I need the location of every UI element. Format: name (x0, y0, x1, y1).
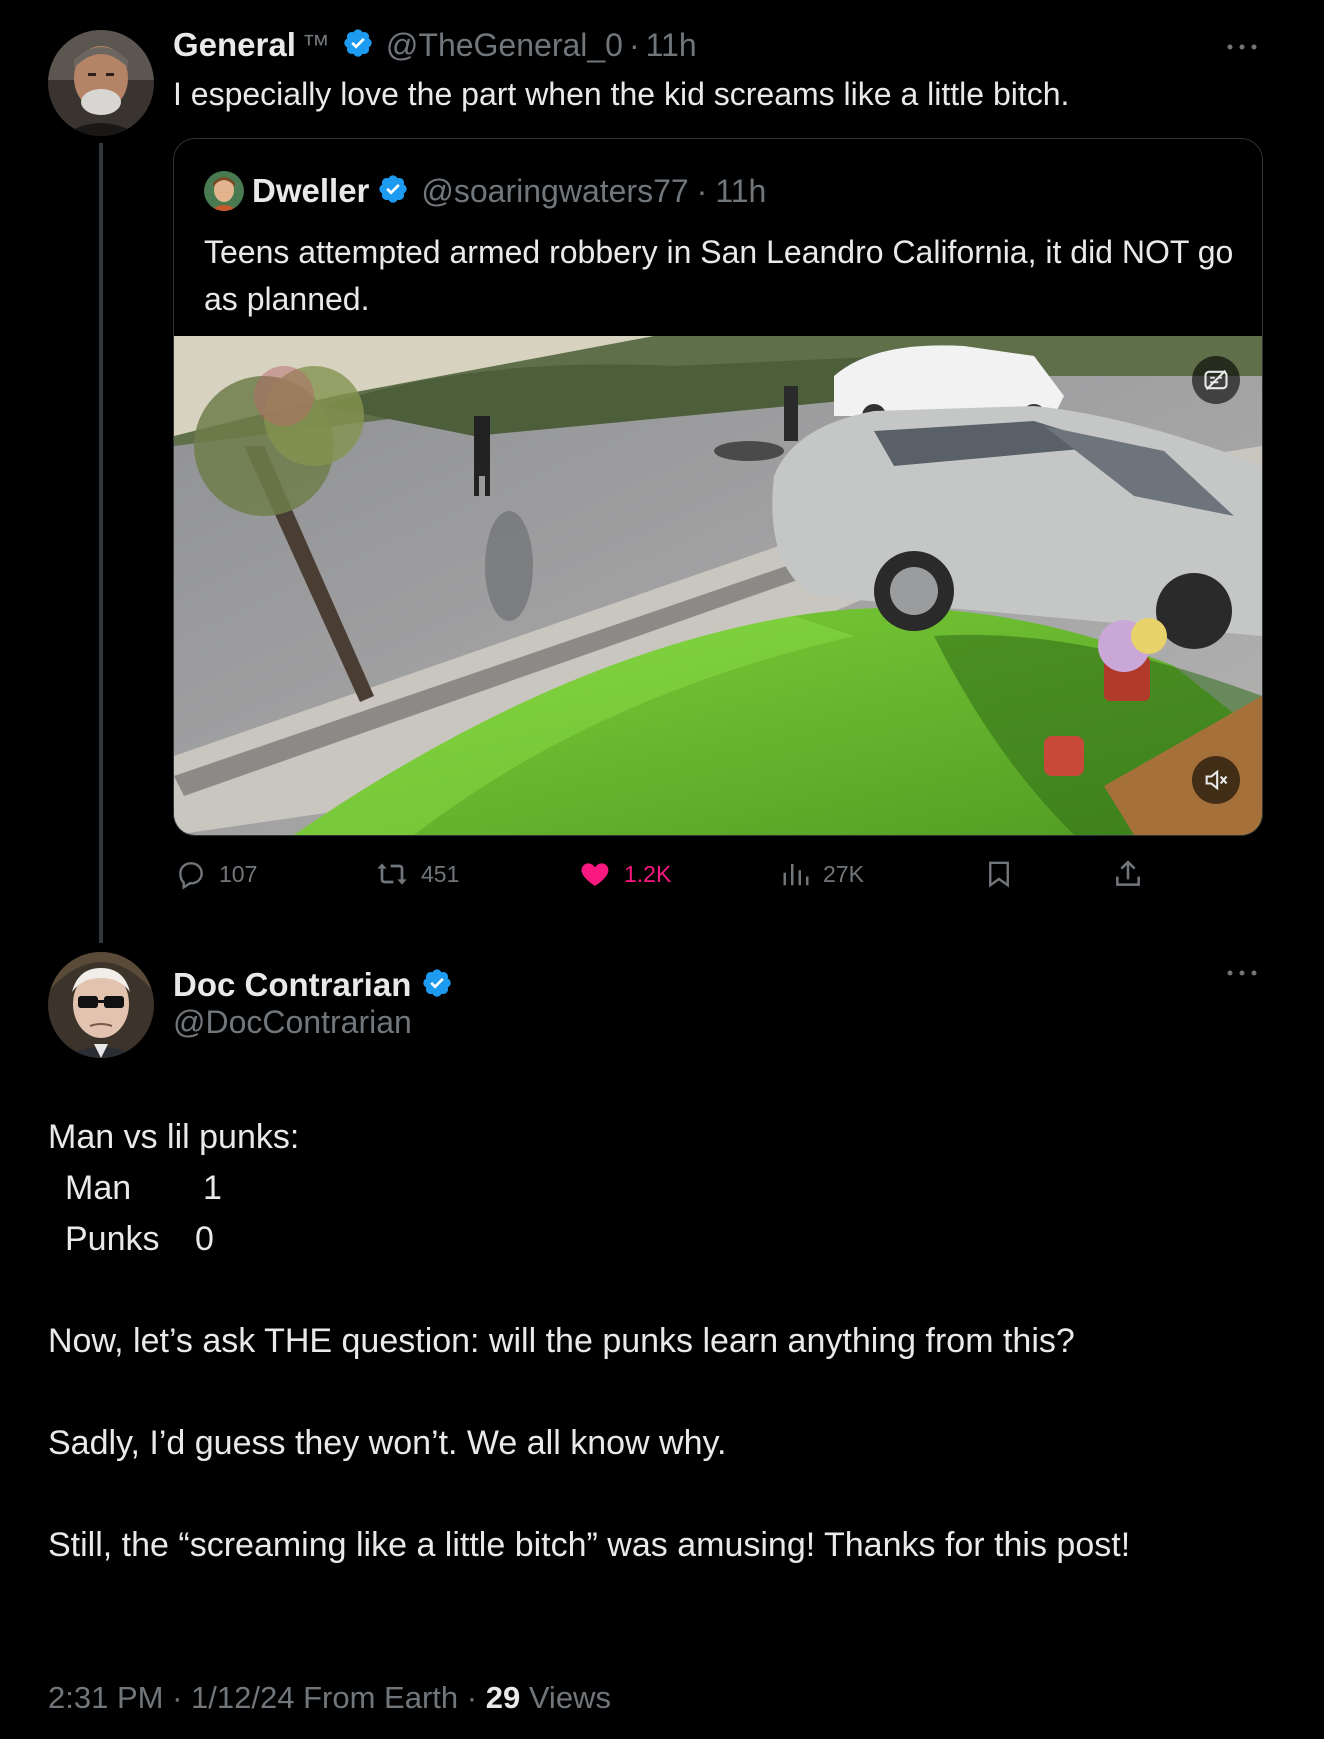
more-dots-icon[interactable] (1226, 954, 1258, 985)
tweet-header: Doc Contrarian (173, 962, 453, 1008)
separator: · (628, 26, 640, 63)
post-time[interactable]: 2:31 PM (48, 1680, 163, 1715)
like-count: 1.2K (624, 860, 672, 887)
quoted-handle[interactable]: @soaringwaters77 (421, 173, 688, 210)
handle[interactable]: @TheGeneral_0 (386, 27, 623, 64)
repost-button[interactable]: 451 (375, 858, 459, 890)
separator: · (172, 1680, 183, 1715)
avatar[interactable] (204, 171, 244, 211)
repost-icon (377, 863, 407, 885)
score-value: 0 (195, 1220, 214, 1258)
heart-filled-icon (581, 863, 609, 886)
post-date[interactable]: 1/12/24 (191, 1680, 294, 1715)
verified-badge-icon (377, 173, 409, 210)
views-count: 27K (823, 860, 864, 887)
quoted-display-name[interactable]: Dweller (252, 172, 369, 210)
separator: · (466, 1680, 478, 1715)
intro-line: Man vs lil punks: (48, 1118, 300, 1156)
paragraph: Now, let’s ask THE question: will the pu… (48, 1322, 1075, 1360)
video-player[interactable] (174, 336, 1262, 835)
score-label: Man (65, 1169, 132, 1207)
display-name[interactable]: Doc Contrarian (173, 966, 411, 1004)
parent-tweet[interactable]: General ™ @TheGeneral_0 · 11h I especial… (0, 0, 1324, 940)
views-chart-icon (783, 864, 809, 886)
trademark-suffix: ™ (301, 29, 330, 60)
post-source: From Earth (303, 1680, 459, 1715)
more-dots-icon[interactable] (1226, 28, 1258, 59)
tweet-header: General ™ @TheGeneral_0 · 11h (173, 22, 697, 68)
bookmark-button[interactable] (984, 858, 1014, 890)
paragraph: Sadly, I’d guess they won’t. We all know… (48, 1424, 727, 1462)
quoted-tweet-card[interactable]: Dweller @soaringwaters77 · 11h Teens att… (173, 138, 1263, 836)
avatar[interactable] (48, 30, 154, 136)
views-button[interactable]: 27K (781, 858, 864, 890)
video-frame (174, 336, 1262, 835)
muted-speaker-icon[interactable] (1192, 756, 1240, 804)
handle[interactable]: @DocContrarian (173, 1004, 412, 1041)
avatar[interactable] (48, 952, 154, 1058)
separator: · (696, 172, 708, 209)
tweet-text: I especially love the part when the kid … (173, 76, 1070, 112)
reply-button[interactable]: 107 (175, 858, 257, 890)
verified-badge-icon (421, 967, 453, 1004)
repost-count: 451 (421, 860, 460, 887)
tweet-body: Man vs lil punks: Man 1 Punks 0 Now, let… (48, 1112, 1268, 1571)
reply-icon (179, 862, 203, 890)
quoted-timestamp[interactable]: 11h (715, 173, 766, 210)
views-count: 29 (485, 1680, 521, 1715)
score-value: 1 (203, 1169, 222, 1207)
quoted-tweet-text: Teens attempted armed robbery in San Lea… (204, 234, 1234, 317)
timestamp[interactable]: 11h (646, 27, 697, 64)
tweet-meta: 2:31 PM · 1/12/24 From Earth · 29 Views (48, 1680, 611, 1716)
score-label: Punks (65, 1220, 160, 1258)
reply-count: 107 (219, 860, 258, 887)
quoted-tweet-header: Dweller @soaringwaters77 · 11h (204, 169, 766, 213)
score-row: Man 1 (48, 1163, 1268, 1214)
captions-off-icon[interactable] (1192, 356, 1240, 404)
paragraph: Still, the “screaming like a little bitc… (48, 1526, 1131, 1564)
views-label: Views (528, 1680, 611, 1715)
verified-badge-icon (342, 27, 374, 64)
share-button[interactable] (1112, 858, 1144, 890)
bookmark-icon (989, 861, 1009, 888)
score-row: Punks 0 (48, 1214, 1268, 1265)
display-name[interactable]: General (173, 26, 296, 64)
share-icon (1116, 860, 1140, 886)
like-button[interactable]: 1.2K (578, 858, 671, 890)
